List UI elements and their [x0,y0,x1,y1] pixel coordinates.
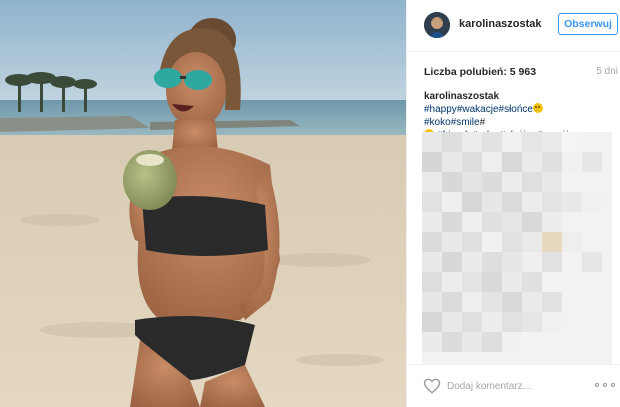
likes-row: Liczba polubień: 5 963 5 dni [424,66,618,80]
caption-text: # [479,117,486,128]
comment-input[interactable] [447,378,587,394]
comment-bar [407,364,620,407]
heart-icon[interactable] [423,377,441,395]
pixelated-comments-image [422,132,612,364]
likes-label: Liczba polubień: [424,66,507,78]
hashtag-link[interactable]: #koko [424,117,451,128]
more-dot [611,383,615,387]
more-dot [603,383,607,387]
hashtag-link[interactable]: #smile [451,117,480,128]
avatar[interactable] [424,12,450,38]
follow-button[interactable]: Obserwuj [558,13,618,35]
sun-face-emoji [532,103,543,113]
post-sidebar: karolinaszostak Obserwuj Liczba polubień… [406,0,620,407]
likes-count: 5 963 [509,66,537,78]
blurred-comments [422,132,612,364]
more-dot [595,383,599,387]
beach-photo-illustration [0,0,406,407]
avatar-image [424,12,450,38]
post-time[interactable]: 5 dni [596,66,618,77]
likes-text[interactable]: Liczba polubień: 5 963 [424,66,536,78]
username-link[interactable]: karolinaszostak [459,18,542,30]
more-options-icon[interactable] [595,379,615,391]
caption-username[interactable]: karolinaszostak [424,91,499,102]
post-header: karolinaszostak Obserwuj [407,0,620,52]
hashtag-link[interactable]: #wakacje [457,104,499,115]
post-photo [0,0,406,407]
hashtag-link[interactable]: #happy [424,104,457,115]
hashtag-link[interactable]: #słońce [499,104,533,115]
